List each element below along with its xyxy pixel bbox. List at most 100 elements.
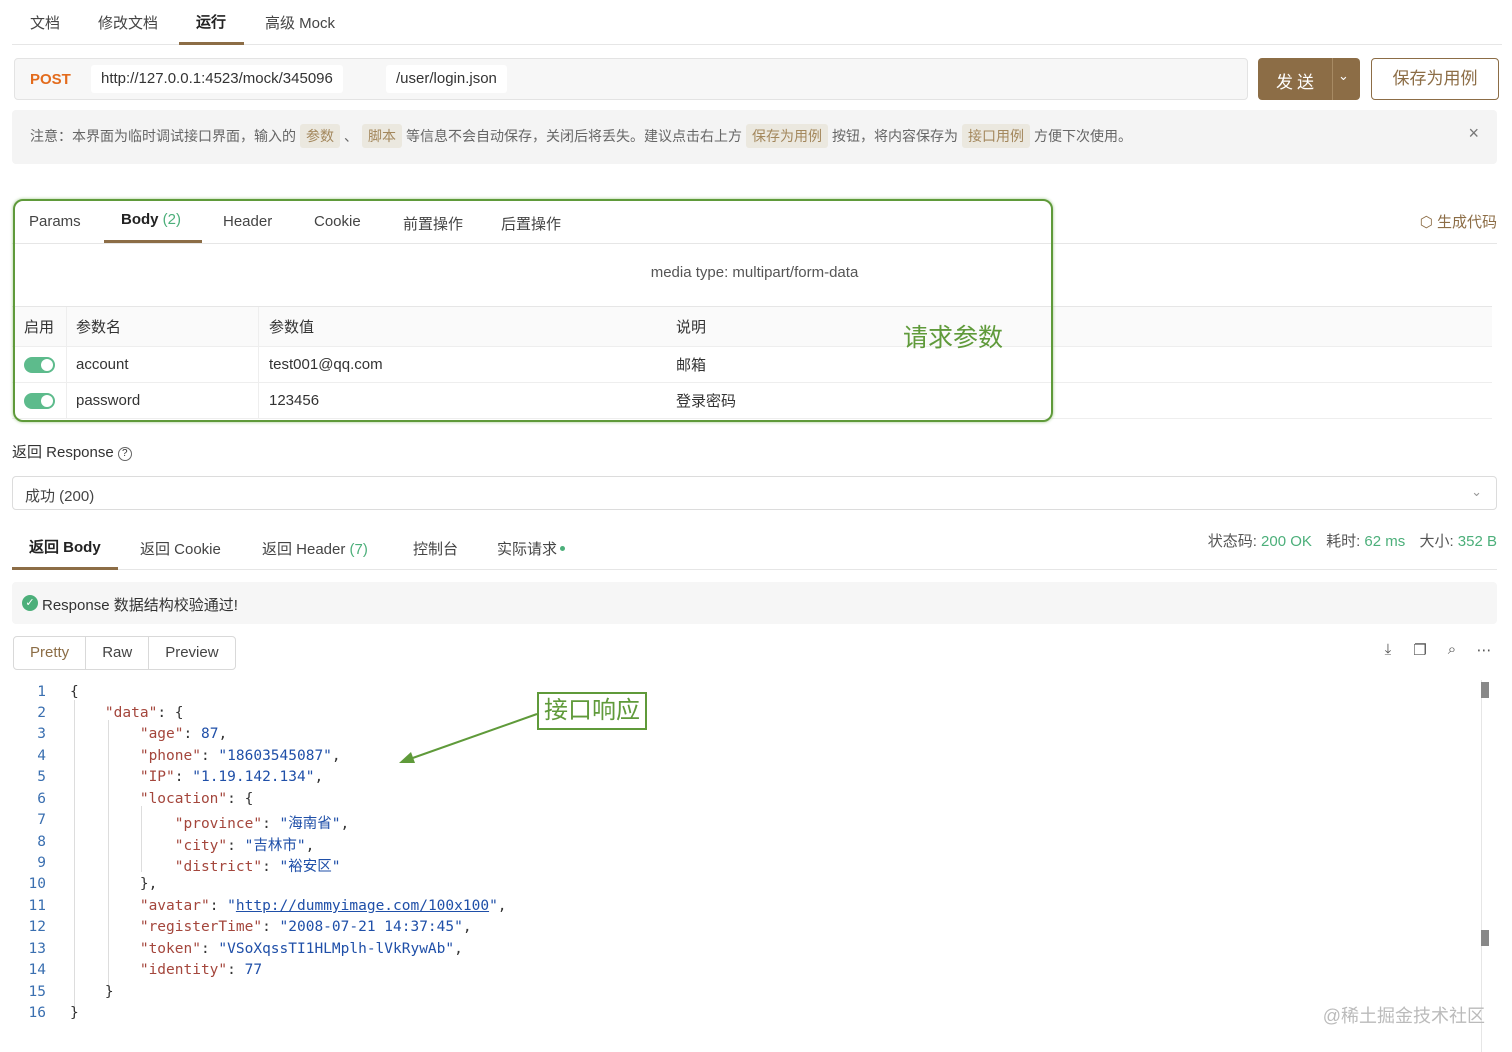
json-register-time: "2008-07-21 14:37:45" (279, 919, 463, 935)
validation-text: Response 数据结构校验通过! (42, 597, 238, 614)
col-name: 参数名 (66, 307, 258, 346)
response-title-label: 返回 Response (12, 444, 114, 461)
more-icon[interactable]: ⋯ (1476, 641, 1492, 659)
tab-response-cookie[interactable]: 返回 Cookie (140, 538, 221, 559)
table-row: account test001@qq.com 邮箱 (12, 347, 1492, 383)
tab-cookie[interactable]: Cookie (314, 213, 361, 230)
col-desc: 说明 (676, 319, 707, 336)
watermark: @稀土掘金技术社区 (1322, 1006, 1485, 1026)
tab-response-header-label: 返回 Header (262, 541, 346, 558)
size-value: 352 B (1457, 533, 1497, 550)
json-province: "海南省" (279, 816, 341, 832)
tab-response-header[interactable]: 返回 Header (7) (262, 538, 368, 559)
line-number: 15 (28, 984, 46, 1000)
base-url-field[interactable]: http://127.0.0.1:4523/mock/345096 (91, 65, 343, 93)
tab-params[interactable]: Params (29, 213, 81, 230)
table-header-row: 启用 参数名 参数值 说明 (12, 307, 1492, 347)
code-line: "city": "吉林市", (174, 838, 315, 854)
generate-code-button[interactable]: ⬡ 生成代码 (1420, 211, 1497, 232)
tab-response-header-count: (7) (349, 541, 368, 558)
code-line: "province": "海南省", (174, 816, 350, 832)
format-preview-button[interactable]: Preview (148, 637, 234, 669)
format-pretty-button[interactable]: Pretty (14, 637, 85, 669)
enable-toggle[interactable] (23, 356, 55, 373)
code-line: "data": { (104, 705, 184, 721)
tab-docs[interactable]: 文档 (30, 12, 60, 45)
code-line: "registerTime": "2008-07-21 14:37:45", (139, 919, 472, 935)
response-stats: 状态码: 200 OK 耗时: 62 ms 大小: 352 B (1208, 530, 1497, 551)
close-icon[interactable]: × (1468, 123, 1479, 144)
send-button[interactable]: 发送 ⌄ (1258, 58, 1360, 100)
search-icon[interactable]: ⌕ (1444, 641, 1460, 659)
param-value-cell[interactable]: 123456 (258, 383, 666, 418)
json-avatar-link[interactable]: http://dummyimage.com/100x100 (236, 898, 489, 914)
line-number: 14 (28, 962, 46, 978)
help-icon[interactable]: ? (117, 447, 132, 461)
enable-cell (12, 347, 66, 382)
response-code-viewer[interactable]: 1 2 3 4 5 6 7 8 9 10 11 12 13 14 15 16 {… (12, 680, 1482, 1052)
enable-toggle[interactable] (23, 392, 55, 409)
notice-mid2: 按钮，将内容保存为 (832, 128, 958, 144)
chevron-down-icon[interactable]: ⌄ (1338, 68, 1349, 84)
param-desc-cell[interactable]: 登录密码 (666, 383, 1492, 418)
notice-banner: 注意：本界面为临时调试接口界面，输入的 参数、脚本 等信息不会自动保存，关闭后将丢失… (12, 110, 1497, 164)
tab-advanced-mock[interactable]: 高级 Mock (265, 12, 335, 45)
line-number: 16 (28, 1005, 46, 1021)
json-phone: "18603545087" (218, 748, 332, 764)
url-bar: POST http://127.0.0.1:4523/mock/345096 /… (14, 58, 1248, 100)
code-line: "district": "裕安区" (174, 859, 341, 875)
json-city: "吉林市" (244, 838, 306, 854)
line-number: 1 (37, 684, 46, 700)
notice-prefix: 注意：本界面为临时调试接口界面，输入的 (30, 128, 296, 144)
chevron-down-icon: ⌄ (1471, 484, 1482, 499)
method-select[interactable]: POST (30, 71, 71, 88)
response-select[interactable]: 成功 (200) ⌄ (12, 476, 1497, 510)
format-raw-button[interactable]: Raw (85, 637, 148, 669)
send-divider (1332, 58, 1333, 100)
status-code-label: 状态码: (1207, 533, 1257, 550)
download-icon[interactable]: ⤓ (1380, 641, 1396, 659)
code-scrollbar[interactable] (1481, 680, 1482, 1052)
tab-console[interactable]: 控制台 (413, 538, 458, 559)
notice-sep: 、 (344, 128, 358, 144)
tab-body-label: Body (121, 211, 159, 228)
param-value-cell[interactable]: test001@qq.com (258, 347, 666, 382)
line-number: 2 (37, 705, 46, 721)
response-title: 返回 Response? (12, 441, 132, 462)
tab-pre-actions[interactable]: 前置操作 (403, 213, 463, 234)
code-line: "phone": "18603545087", (139, 748, 341, 764)
code-line: "identity": 77 (139, 962, 263, 978)
notice-tag-script: 脚本 (362, 124, 402, 148)
copy-icon[interactable]: ❐ (1412, 641, 1428, 659)
path-input[interactable]: /user/login.json (386, 65, 507, 93)
param-name-cell[interactable]: password (66, 383, 258, 418)
enable-cell (12, 383, 66, 418)
tab-run[interactable]: 运行 (196, 11, 226, 44)
status-code-value: 200 OK (1261, 533, 1312, 550)
scrollbar-thumb[interactable] (1481, 930, 1489, 946)
json-age: 87 (200, 726, 219, 742)
tab-body[interactable]: Body (2) (121, 211, 181, 228)
size-label: 大小: (1419, 533, 1454, 550)
request-tab-bar: Params Body (2) Header Cookie 前置操作 后置操作 … (12, 196, 1497, 244)
line-number: 5 (37, 769, 46, 785)
response-body-tab-indicator (12, 567, 118, 570)
request-params-annotation: 请求参数 (903, 324, 1004, 352)
code-line: } (70, 1005, 79, 1021)
line-number: 3 (37, 726, 46, 742)
param-table: 启用 参数名 参数值 说明 account test001@qq.com 邮箱 … (12, 306, 1492, 419)
tab-edit-docs[interactable]: 修改文档 (98, 12, 158, 45)
active-tab-indicator (179, 42, 244, 45)
tab-response-body[interactable]: 返回 Body (29, 536, 101, 557)
param-name-cell[interactable]: account (66, 347, 258, 382)
tab-post-actions[interactable]: 后置操作 (501, 213, 561, 234)
code-line: "IP": "1.19.142.134", (139, 769, 324, 785)
top-tab-bar: 文档 修改文档 运行 高级 Mock (12, 0, 1502, 45)
param-desc-cell[interactable]: 邮箱 (666, 347, 1492, 382)
tab-actual-request[interactable]: 实际请求 (497, 538, 566, 559)
status-dot-icon (560, 546, 566, 551)
notice-text: 注意：本界面为临时调试接口界面，输入的 参数、脚本 等信息不会自动保存，关闭后将丢失… (30, 124, 1132, 148)
tab-header[interactable]: Header (223, 213, 272, 230)
save-as-case-button[interactable]: 保存为用例 (1371, 58, 1499, 100)
tab-actual-request-label: 实际请求 (497, 541, 558, 558)
